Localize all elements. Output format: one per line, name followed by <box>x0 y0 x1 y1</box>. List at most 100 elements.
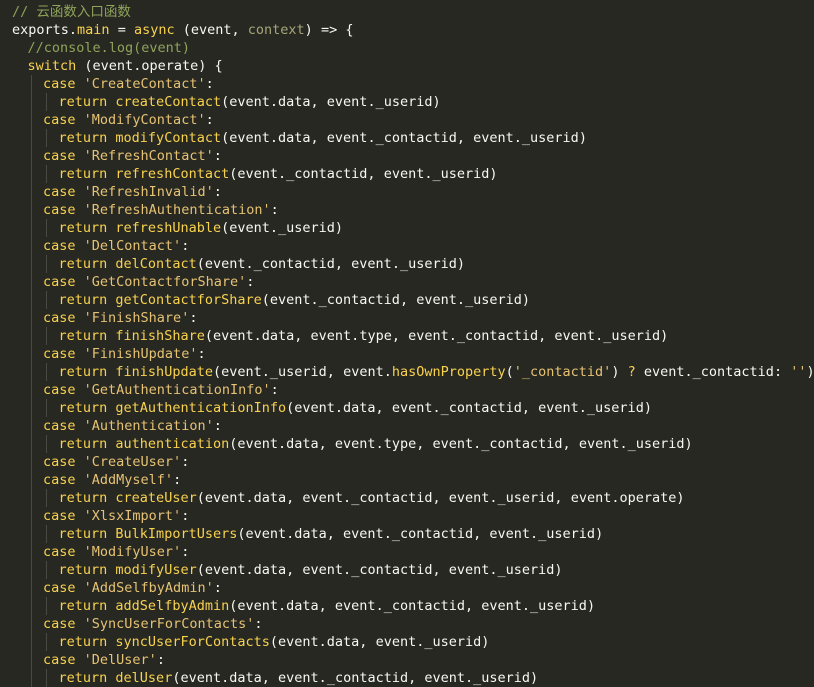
token-punctuation: , <box>521 400 539 416</box>
code-line[interactable]: case 'CreateUser': <box>0 453 814 471</box>
code-line[interactable]: return BulkImportUsers(event.data, event… <box>0 525 814 543</box>
code-line[interactable]: return addSelfbyAdmin(event.data, event.… <box>0 597 814 615</box>
code-line[interactable]: exports.main = async (event, context) =>… <box>0 21 814 39</box>
token-identifier: _userid <box>521 130 579 146</box>
token-punctuation: . <box>489 562 498 578</box>
token-keyword: return <box>58 436 108 452</box>
code-text: case 'RefreshInvalid': <box>43 183 222 201</box>
code-text: return getContactforShare(event._contact… <box>59 291 531 309</box>
token-punctuation: . <box>367 94 376 110</box>
token-punctuation: . <box>513 130 522 146</box>
indent-guide <box>30 363 32 381</box>
token-punctuation: ) <box>304 22 321 38</box>
token-string: 'DelUser' <box>83 652 157 668</box>
code-line[interactable]: case 'RefreshAuthentication': <box>0 201 814 219</box>
code-line[interactable]: case 'AddMyself': <box>0 471 814 489</box>
code-line[interactable]: return refreshUnable(event._userid) <box>0 219 814 237</box>
code-line[interactable]: case 'ModifyUser': <box>0 543 814 561</box>
token-punctuation: . <box>375 436 384 452</box>
token-identifier: event <box>278 634 319 650</box>
indent-guide <box>30 453 32 471</box>
code-text: case 'SyncUserForContacts': <box>43 615 262 633</box>
code-line[interactable]: return syncUserForContacts(event.data, e… <box>0 633 814 651</box>
code-line[interactable]: case 'FinishUpdate': <box>0 345 814 363</box>
token-string: 'FinishUpdate' <box>83 346 198 362</box>
code-line[interactable]: return delUser(event.data, event._contac… <box>0 669 814 687</box>
token-punctuation: ( <box>196 256 205 272</box>
token-string: 'FinishShare' <box>83 310 190 326</box>
code-line[interactable]: case 'DelUser': <box>0 651 814 669</box>
token-punctuation: , <box>286 562 303 578</box>
token-punctuation: ( <box>261 292 270 308</box>
code-line[interactable]: return createUser(event.data, event._con… <box>0 489 814 507</box>
code-line[interactable]: case 'XlsxImport': <box>0 507 814 525</box>
code-line[interactable]: case 'GetContactforShare': <box>0 273 814 291</box>
code-line[interactable]: return authentication(event.data, event.… <box>0 435 814 453</box>
indent-guide <box>30 327 32 345</box>
code-line[interactable]: return delContact(event._contactid, even… <box>0 255 814 273</box>
code-line[interactable]: return finishShare(event.data, event.typ… <box>0 327 814 345</box>
token-punctuation: ( <box>204 328 213 344</box>
code-text: return addSelfbyAdmin(event.data, event.… <box>59 597 596 615</box>
token-string: 'SyncUserForContacts' <box>83 616 255 632</box>
token-punctuation: . <box>684 364 693 380</box>
token-keyword: return <box>58 562 108 578</box>
token-function-name: finishUpdate <box>115 364 213 380</box>
indent-guide <box>30 399 32 417</box>
token-identifier: exports <box>12 22 69 38</box>
code-line[interactable]: case 'RefreshContact': <box>0 147 814 165</box>
token-punctuation: ) <box>643 400 652 416</box>
token-function-name: modifyContact <box>115 130 222 146</box>
code-line[interactable]: case 'SyncUserForContacts': <box>0 615 814 633</box>
token-function-name: delUser <box>115 670 173 686</box>
code-line[interactable]: case 'Authentication': <box>0 417 814 435</box>
indent-guide <box>30 219 32 237</box>
code-text: return finishShare(event.data, event.typ… <box>59 327 669 345</box>
token-operator: => <box>320 22 338 38</box>
token-keyword: return <box>58 220 108 236</box>
code-line[interactable]: // 云函数入口函数 <box>0 3 814 21</box>
indent-guide <box>46 129 47 147</box>
code-line[interactable]: return getAuthenticationInfo(event.data,… <box>0 399 814 417</box>
indent-guide <box>30 507 32 525</box>
code-line[interactable]: return createContact(event.data, event._… <box>0 93 814 111</box>
code-line[interactable]: case 'CreateContact': <box>0 75 814 93</box>
code-line[interactable]: case 'AddSelfbyAdmin': <box>0 579 814 597</box>
token-punctuation: ) <box>530 670 539 686</box>
code-line[interactable]: return finishUpdate(event._userid, event… <box>0 363 814 381</box>
code-line[interactable]: case 'FinishShare': <box>0 309 814 327</box>
code-editor[interactable]: // 云函数入口函数 exports.main = async (event, c… <box>0 0 814 687</box>
code-text: case 'Authentication': <box>43 417 222 435</box>
token-punctuation: : <box>181 238 190 254</box>
token-identifier: _contactid <box>318 292 400 308</box>
token-punctuation: . <box>530 526 539 542</box>
code-line[interactable]: switch (event.operate) { <box>0 57 814 75</box>
token-punctuation: , <box>294 328 311 344</box>
indent-guide <box>30 237 32 255</box>
token-function-name: createContact <box>115 94 222 110</box>
code-line[interactable]: case 'RefreshInvalid': <box>0 183 814 201</box>
code-line[interactable]: return getContactforShare(event._contact… <box>0 291 814 309</box>
code-line[interactable]: return refreshContact(event._contactid, … <box>0 165 814 183</box>
code-text: return refreshContact(event._contactid, … <box>59 165 498 183</box>
code-line[interactable]: case 'ModifyContact': <box>0 111 814 129</box>
token-identifier: event <box>643 364 685 380</box>
indent-guide <box>30 525 32 543</box>
token-punctuation: , <box>326 526 344 542</box>
code-line[interactable]: return modifyUser(event.data, event._con… <box>0 561 814 579</box>
token-punctuation <box>76 382 84 398</box>
token-punctuation: ( <box>174 22 191 38</box>
token-punctuation: : <box>773 364 791 380</box>
token-keyword: case <box>43 580 76 596</box>
token-function-name: delContact <box>115 256 197 272</box>
token-punctuation: ( <box>196 490 205 506</box>
code-line[interactable]: return modifyContact(event.data, event._… <box>0 129 814 147</box>
code-line[interactable]: //console.log(event) <box>0 39 814 57</box>
code-line[interactable]: case 'DelContact': <box>0 237 814 255</box>
token-punctuation <box>76 418 84 434</box>
code-line[interactable]: case 'GetAuthenticationInfo': <box>0 381 814 399</box>
token-keyword: case <box>43 238 76 254</box>
token-identifier: event <box>302 490 344 506</box>
token-identifier: event <box>432 436 474 452</box>
token-punctuation: : <box>213 184 222 200</box>
